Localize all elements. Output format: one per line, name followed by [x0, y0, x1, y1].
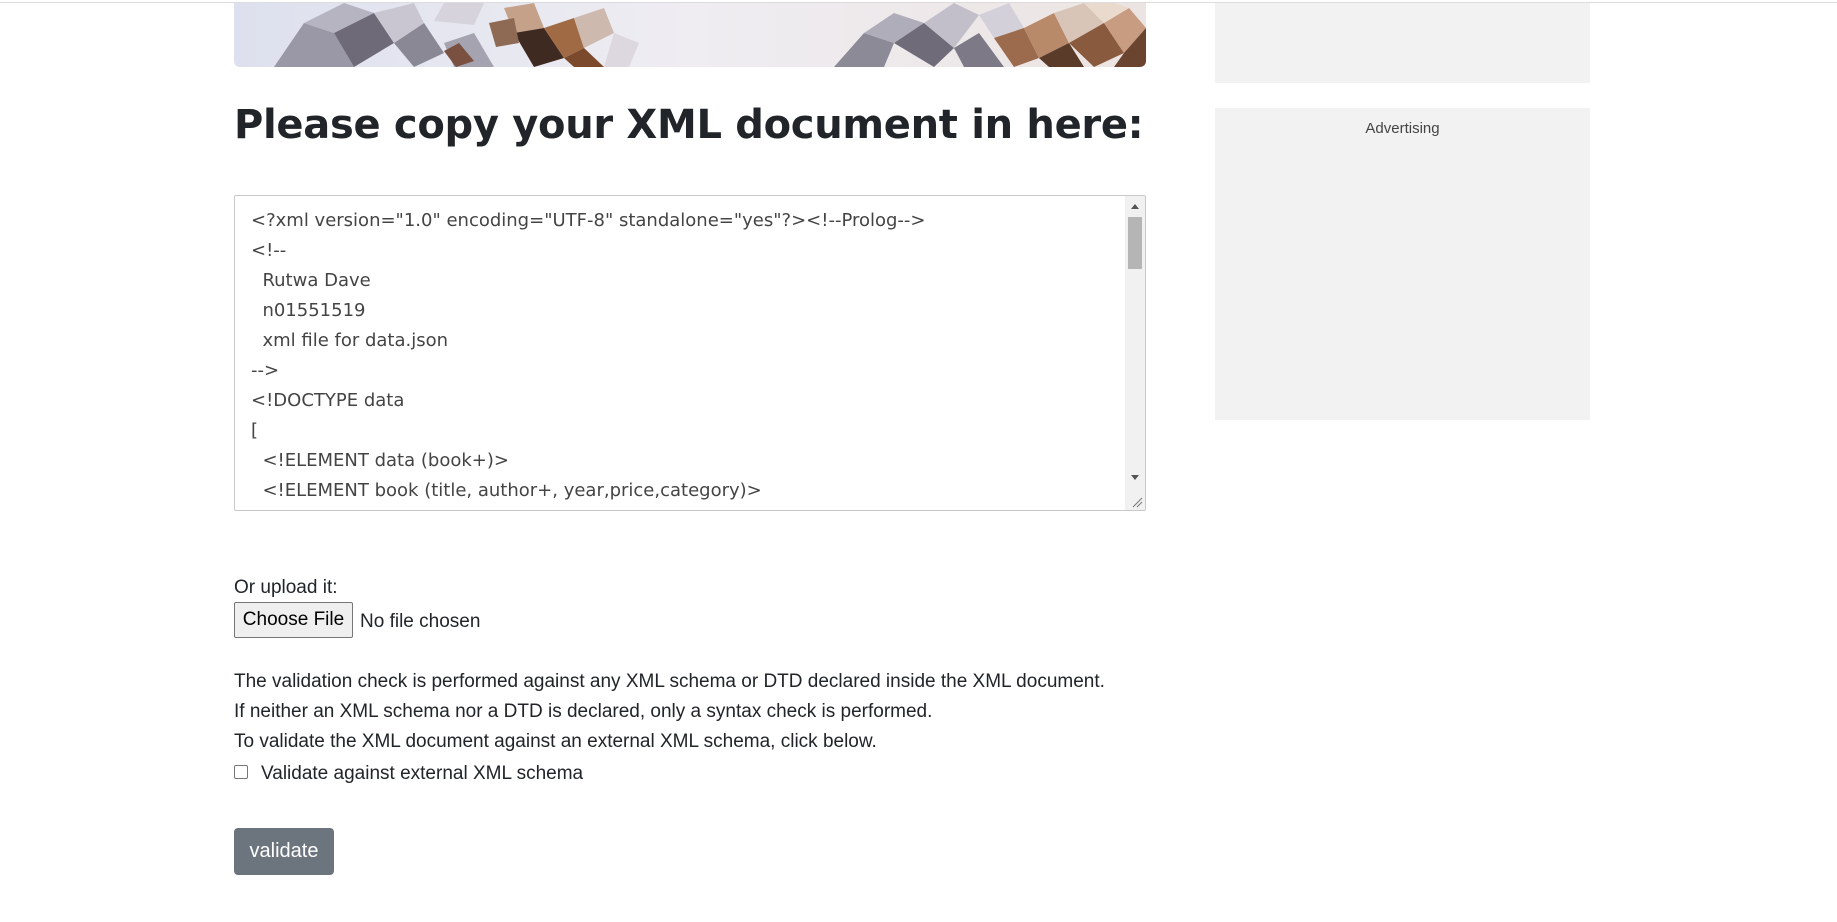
- validate-button[interactable]: validate: [234, 828, 334, 875]
- external-schema-checkbox[interactable]: [234, 765, 248, 779]
- scroll-down-arrow-icon[interactable]: [1131, 475, 1139, 480]
- xml-input-content[interactable]: <?xml version="1.0" encoding="UTF-8" sta…: [251, 206, 1121, 506]
- advertising-panel: Advertising: [1215, 108, 1590, 420]
- file-status-text: No file chosen: [360, 611, 481, 632]
- choose-file-button[interactable]: Choose File: [234, 602, 353, 638]
- scroll-up-arrow-icon[interactable]: [1131, 204, 1139, 209]
- page-title: Please copy your XML document in here:: [234, 102, 1144, 148]
- textarea-scrollbar[interactable]: [1125, 196, 1145, 510]
- resize-grip-icon[interactable]: [1131, 496, 1143, 508]
- header-banner-image: [234, 3, 1146, 67]
- info-text-line-2: If neither an XML schema nor a DTD is de…: [234, 701, 933, 722]
- xml-input-textarea[interactable]: <?xml version="1.0" encoding="UTF-8" sta…: [234, 195, 1146, 511]
- sidebar-top-panel: [1215, 3, 1590, 83]
- external-schema-label[interactable]: Validate against external XML schema: [261, 763, 583, 785]
- upload-label: Or upload it:: [234, 577, 338, 598]
- advertising-label: Advertising: [1365, 120, 1440, 137]
- info-text-line-1: The validation check is performed agains…: [234, 671, 1105, 692]
- info-text-line-3: To validate the XML document against an …: [234, 731, 877, 752]
- scrollbar-thumb[interactable]: [1128, 217, 1142, 269]
